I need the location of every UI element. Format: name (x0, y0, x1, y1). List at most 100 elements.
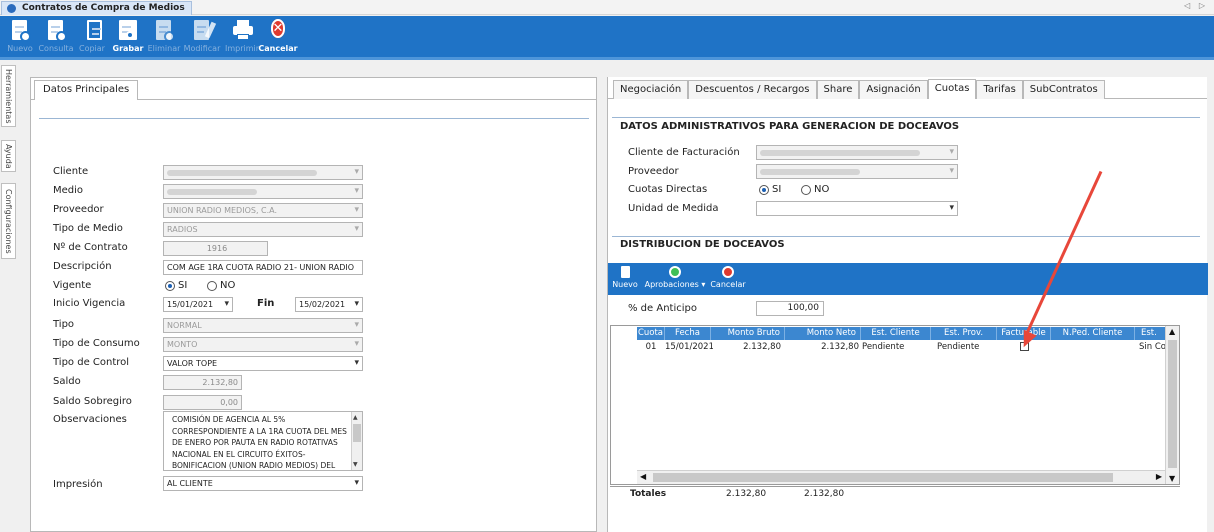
col-cuota[interactable]: Cuota (637, 327, 665, 340)
cell-monto-neto: 2.132,80 (821, 342, 859, 352)
vigente-si-radio[interactable] (165, 281, 175, 291)
num-contrato-field[interactable]: 1916 (163, 241, 268, 256)
window-nav-arrows[interactable]: ◁ ▷ (1184, 1, 1208, 10)
col-nped-cliente[interactable]: N.Ped. Cliente (1051, 327, 1135, 340)
cell-cuota: 01 (645, 342, 657, 352)
grid-nuevo-button[interactable]: Nuevo (610, 266, 640, 290)
tab-herramientas[interactable]: Herramientas (1, 65, 16, 127)
anticipo-field[interactable]: 100,00 (756, 301, 824, 316)
tipo-consumo-select[interactable]: MONTO (163, 337, 363, 352)
label-inicio-vigencia: Inicio Vigencia (53, 298, 126, 309)
impresion-select[interactable]: AL CLIENTE (163, 476, 363, 491)
col-est-cliente[interactable]: Est. Cliente (861, 327, 931, 340)
tipo-select[interactable]: NORMAL (163, 318, 363, 333)
scroll-up-icon[interactable]: ▲ (1169, 327, 1175, 336)
main-toolbar: Nuevo Consulta Copiar Grabar Eliminar Mo… (0, 16, 1214, 60)
label-tipo-consumo: Tipo de Consumo (53, 338, 140, 349)
tipo-medio-select[interactable]: RADIOS (163, 222, 363, 237)
delete-document-icon (153, 20, 175, 42)
scroll-up-icon[interactable]: ▲ (353, 412, 358, 424)
observaciones-scrollbar[interactable]: ▲ ▼ (351, 412, 362, 470)
col-est[interactable]: Est. (1135, 327, 1165, 340)
right-tabstrip: Negociación Descuentos / Recargos Share Asi… (608, 77, 1207, 99)
descripcion-field[interactable]: COM AGE 1RA CUOTA RADIO 21- UNION RADIO (163, 260, 363, 275)
proveedor-cuotas-select[interactable] (756, 164, 958, 179)
fin-date[interactable]: 15/02/2021 (295, 297, 363, 312)
scroll-thumb[interactable] (653, 473, 1113, 482)
tab-configuraciones[interactable]: Configuraciones (1, 183, 16, 259)
tab-subcontratos[interactable]: SubContratos (1022, 80, 1105, 99)
dist-section-title: DISTRIBUCION DE DOCEAVOS (620, 239, 785, 250)
vigente-no-radio[interactable] (207, 281, 217, 291)
redacted-value (760, 169, 860, 175)
tipo-control-select[interactable]: VALOR TOPE (163, 356, 363, 371)
eliminar-button[interactable]: Eliminar (144, 18, 184, 58)
cuotas-no-radio[interactable] (801, 185, 811, 195)
scroll-down-icon[interactable]: ▼ (1169, 474, 1175, 483)
cell-est: Sin Co (1139, 342, 1165, 352)
tab-asignacion[interactable]: Asignación (859, 80, 928, 99)
tab-descuentos-recargos[interactable]: Descuentos / Recargos (688, 80, 817, 99)
redacted-value (167, 170, 317, 176)
grid-horizontal-scrollbar[interactable]: ◀ ▶ (637, 470, 1165, 484)
grabar-button[interactable]: Grabar (108, 18, 148, 58)
scroll-thumb[interactable] (1168, 340, 1177, 468)
scroll-left-icon[interactable]: ◀ (640, 472, 646, 481)
section-divider (612, 117, 1200, 118)
label-saldo-sobregiro: Saldo Sobregiro (53, 396, 132, 407)
cuotas-panel: Negociación Descuentos / Recargos Share Asi… (607, 77, 1208, 532)
label-fin: Fin (257, 298, 275, 309)
totals-divider (610, 486, 1180, 487)
window-tab[interactable]: Contratos de Compra de Medios (1, 1, 192, 15)
query-document-icon (45, 20, 67, 42)
tab-cuotas[interactable]: Cuotas (927, 79, 977, 99)
tab-share[interactable]: Share (816, 80, 860, 99)
admin-section-title: DATOS ADMINISTRATIVOS PARA GENERACION DE… (620, 121, 960, 132)
copy-icon (81, 20, 103, 42)
cliente-select[interactable] (163, 165, 363, 180)
nuevo-button[interactable]: Nuevo (0, 18, 40, 58)
vigente-si-label: SI (178, 280, 188, 291)
cliente-facturacion-select[interactable] (756, 145, 958, 160)
unidad-medida-select[interactable] (756, 201, 958, 216)
redacted-value (167, 189, 257, 195)
total-neto: 2.132,80 (804, 489, 845, 499)
cancelar-button[interactable]: ✕ Cancelar (258, 18, 298, 58)
grid-aprobaciones-button[interactable]: Aprobaciones ▾ (642, 266, 708, 290)
scroll-down-icon[interactable]: ▼ (353, 459, 358, 471)
approve-icon (669, 266, 681, 278)
section-divider (39, 118, 589, 119)
consulta-button[interactable]: Consulta (36, 18, 76, 58)
proveedor-select[interactable]: UNION RADIO MEDIOS, C.A. (163, 203, 363, 218)
col-monto-neto[interactable]: Monto Neto (785, 327, 861, 340)
saldo-sobregiro-field[interactable]: 0,00 (163, 395, 242, 410)
cuotas-si-radio[interactable] (759, 185, 769, 195)
modificar-button[interactable]: Modificar (182, 18, 222, 58)
scroll-right-icon[interactable]: ▶ (1156, 472, 1162, 481)
cell-est-prov: Pendiente (937, 342, 980, 352)
edit-document-icon (191, 20, 217, 42)
copiar-button[interactable]: Copiar (72, 18, 112, 58)
cuotas-si-label: SI (772, 184, 782, 195)
redacted-value (760, 150, 920, 156)
grid-vertical-scrollbar[interactable]: ▲ ▼ (1165, 326, 1179, 484)
label-saldo: Saldo (53, 376, 81, 387)
label-proveedor: Proveedor (53, 204, 104, 215)
imprimir-button[interactable]: Imprimir (222, 18, 262, 58)
grid-cancelar-button[interactable]: Cancelar (708, 266, 748, 290)
cancel-icon: ✕ (270, 19, 286, 38)
medio-select[interactable] (163, 184, 363, 199)
tab-ayuda[interactable]: Ayuda (1, 140, 16, 172)
tab-negociacion[interactable]: Negociación (613, 80, 689, 99)
tab-datos-principales[interactable]: Datos Principales (34, 80, 139, 100)
tab-tarifas[interactable]: Tarifas (976, 80, 1023, 99)
inicio-vigencia-date[interactable]: 15/01/2021 (163, 297, 233, 312)
saldo-field[interactable]: 2.132,80 (163, 375, 242, 390)
section-divider (612, 236, 1200, 237)
observaciones-textarea[interactable]: COMISIÓN DE AGENCIA AL 5% CORRESPONDIENT… (163, 411, 363, 471)
col-monto-bruto[interactable]: Monto Bruto (711, 327, 785, 340)
col-fecha[interactable]: Fecha (665, 327, 711, 340)
col-est-prov[interactable]: Est. Prov. (931, 327, 997, 340)
total-bruto: 2.132,80 (726, 489, 767, 499)
printer-icon (231, 20, 253, 42)
